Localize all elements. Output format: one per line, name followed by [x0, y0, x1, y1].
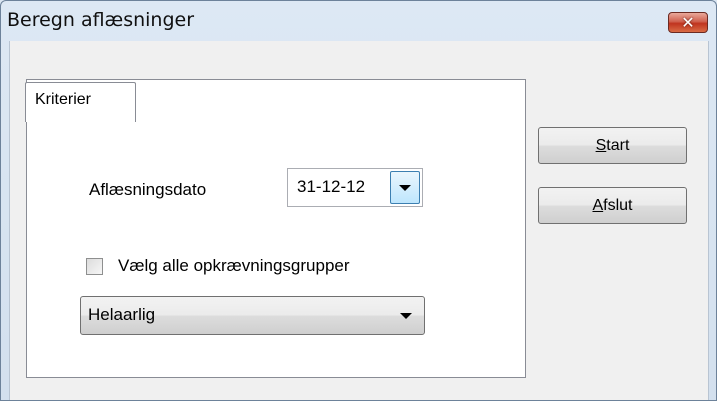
- chevron-down-icon: [400, 313, 412, 319]
- close-icon: ✕: [681, 12, 695, 32]
- chevron-down-icon: [399, 184, 411, 191]
- select-all-checkbox[interactable]: [86, 258, 103, 275]
- title-bar[interactable]: Beregn aflæsninger ✕: [1, 1, 716, 41]
- tab-join: [26, 120, 135, 122]
- group-combobox[interactable]: Helaarlig: [80, 296, 425, 335]
- close-dialog-button[interactable]: Afslut: [538, 187, 687, 224]
- date-value[interactable]: 31-12-12: [297, 177, 365, 197]
- group-value: Helaarlig: [88, 305, 156, 324]
- close-button[interactable]: ✕: [668, 12, 708, 33]
- window-title: Beregn aflæsninger: [7, 9, 195, 31]
- date-label: Aflæsningsdato: [89, 180, 207, 199]
- select-all-label[interactable]: Vælg alle opkrævningsgrupper: [118, 256, 350, 276]
- date-dropdown-button[interactable]: [390, 171, 420, 204]
- start-label: tart: [606, 136, 630, 154]
- close-label: fslut: [603, 196, 633, 214]
- date-picker[interactable]: 31-12-12: [287, 168, 423, 207]
- start-accel: S: [595, 136, 607, 154]
- close-accel: A: [592, 196, 604, 214]
- tab-kriterier[interactable]: Kriterier: [25, 82, 136, 122]
- start-button[interactable]: Start: [538, 127, 687, 164]
- tab-label: Kriterier: [35, 91, 92, 108]
